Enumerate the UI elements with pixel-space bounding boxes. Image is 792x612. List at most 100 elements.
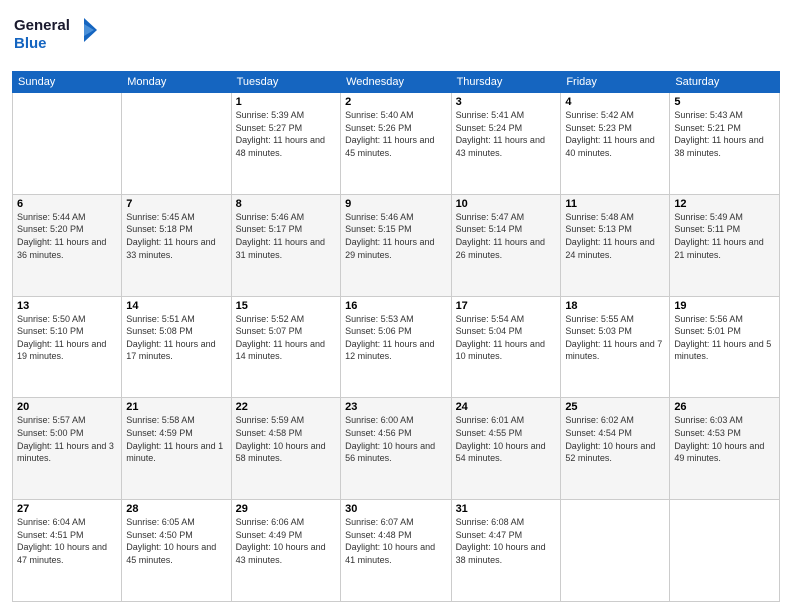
calendar-cell: 21Sunrise: 5:58 AMSunset: 4:59 PMDayligh… <box>122 398 231 500</box>
week-row-5: 27Sunrise: 6:04 AMSunset: 4:51 PMDayligh… <box>13 500 780 602</box>
logo-svg: General Blue <box>12 10 102 58</box>
day-number: 19 <box>674 300 775 312</box>
svg-text:Blue: Blue <box>14 35 47 52</box>
calendar-cell: 13Sunrise: 5:50 AMSunset: 5:10 PMDayligh… <box>13 296 122 398</box>
day-info: Sunrise: 5:55 AMSunset: 5:03 PMDaylight:… <box>565 313 665 363</box>
day-number: 5 <box>674 96 775 108</box>
day-info: Sunrise: 6:00 AMSunset: 4:56 PMDaylight:… <box>345 414 446 464</box>
calendar-cell: 9Sunrise: 5:46 AMSunset: 5:15 PMDaylight… <box>341 194 451 296</box>
day-info: Sunrise: 5:39 AMSunset: 5:27 PMDaylight:… <box>236 109 337 159</box>
day-number: 30 <box>345 503 446 515</box>
calendar-cell: 20Sunrise: 5:57 AMSunset: 5:00 PMDayligh… <box>13 398 122 500</box>
day-info: Sunrise: 5:50 AMSunset: 5:10 PMDaylight:… <box>17 313 117 363</box>
col-header-saturday: Saturday <box>670 72 780 93</box>
day-number: 10 <box>456 198 557 210</box>
calendar-cell <box>13 93 122 195</box>
calendar-cell: 16Sunrise: 5:53 AMSunset: 5:06 PMDayligh… <box>341 296 451 398</box>
day-info: Sunrise: 6:02 AMSunset: 4:54 PMDaylight:… <box>565 414 665 464</box>
svg-text:General: General <box>14 17 70 34</box>
calendar-cell: 5Sunrise: 5:43 AMSunset: 5:21 PMDaylight… <box>670 93 780 195</box>
calendar-table: SundayMondayTuesdayWednesdayThursdayFrid… <box>12 71 780 602</box>
day-number: 9 <box>345 198 446 210</box>
day-number: 23 <box>345 401 446 413</box>
calendar-cell: 29Sunrise: 6:06 AMSunset: 4:49 PMDayligh… <box>231 500 341 602</box>
day-info: Sunrise: 6:05 AMSunset: 4:50 PMDaylight:… <box>126 516 226 566</box>
calendar-cell: 6Sunrise: 5:44 AMSunset: 5:20 PMDaylight… <box>13 194 122 296</box>
day-number: 18 <box>565 300 665 312</box>
page-container: General Blue SundayMondayTuesdayWednesda… <box>0 0 792 612</box>
col-header-monday: Monday <box>122 72 231 93</box>
day-number: 27 <box>17 503 117 515</box>
day-number: 6 <box>17 198 117 210</box>
week-row-3: 13Sunrise: 5:50 AMSunset: 5:10 PMDayligh… <box>13 296 780 398</box>
day-number: 13 <box>17 300 117 312</box>
calendar-cell: 23Sunrise: 6:00 AMSunset: 4:56 PMDayligh… <box>341 398 451 500</box>
day-info: Sunrise: 5:41 AMSunset: 5:24 PMDaylight:… <box>456 109 557 159</box>
day-info: Sunrise: 6:06 AMSunset: 4:49 PMDaylight:… <box>236 516 337 566</box>
day-number: 4 <box>565 96 665 108</box>
calendar-cell: 26Sunrise: 6:03 AMSunset: 4:53 PMDayligh… <box>670 398 780 500</box>
day-number: 21 <box>126 401 226 413</box>
day-info: Sunrise: 5:57 AMSunset: 5:00 PMDaylight:… <box>17 414 117 464</box>
calendar-header-row: SundayMondayTuesdayWednesdayThursdayFrid… <box>13 72 780 93</box>
day-number: 29 <box>236 503 337 515</box>
day-info: Sunrise: 5:59 AMSunset: 4:58 PMDaylight:… <box>236 414 337 464</box>
day-info: Sunrise: 5:44 AMSunset: 5:20 PMDaylight:… <box>17 211 117 261</box>
day-number: 3 <box>456 96 557 108</box>
calendar-cell: 31Sunrise: 6:08 AMSunset: 4:47 PMDayligh… <box>451 500 561 602</box>
week-row-4: 20Sunrise: 5:57 AMSunset: 5:00 PMDayligh… <box>13 398 780 500</box>
calendar-cell: 2Sunrise: 5:40 AMSunset: 5:26 PMDaylight… <box>341 93 451 195</box>
calendar-cell: 30Sunrise: 6:07 AMSunset: 4:48 PMDayligh… <box>341 500 451 602</box>
day-number: 25 <box>565 401 665 413</box>
day-number: 1 <box>236 96 337 108</box>
calendar-cell: 12Sunrise: 5:49 AMSunset: 5:11 PMDayligh… <box>670 194 780 296</box>
calendar-cell: 10Sunrise: 5:47 AMSunset: 5:14 PMDayligh… <box>451 194 561 296</box>
calendar-cell: 3Sunrise: 5:41 AMSunset: 5:24 PMDaylight… <box>451 93 561 195</box>
col-header-wednesday: Wednesday <box>341 72 451 93</box>
calendar-cell: 8Sunrise: 5:46 AMSunset: 5:17 PMDaylight… <box>231 194 341 296</box>
day-number: 31 <box>456 503 557 515</box>
day-info: Sunrise: 5:45 AMSunset: 5:18 PMDaylight:… <box>126 211 226 261</box>
day-info: Sunrise: 5:47 AMSunset: 5:14 PMDaylight:… <box>456 211 557 261</box>
day-number: 20 <box>17 401 117 413</box>
header: General Blue <box>12 10 780 63</box>
calendar-cell: 1Sunrise: 5:39 AMSunset: 5:27 PMDaylight… <box>231 93 341 195</box>
day-number: 11 <box>565 198 665 210</box>
day-info: Sunrise: 6:07 AMSunset: 4:48 PMDaylight:… <box>345 516 446 566</box>
day-info: Sunrise: 5:40 AMSunset: 5:26 PMDaylight:… <box>345 109 446 159</box>
day-info: Sunrise: 5:42 AMSunset: 5:23 PMDaylight:… <box>565 109 665 159</box>
day-info: Sunrise: 6:01 AMSunset: 4:55 PMDaylight:… <box>456 414 557 464</box>
calendar-cell: 18Sunrise: 5:55 AMSunset: 5:03 PMDayligh… <box>561 296 670 398</box>
calendar-cell <box>561 500 670 602</box>
day-number: 16 <box>345 300 446 312</box>
calendar-cell <box>670 500 780 602</box>
week-row-2: 6Sunrise: 5:44 AMSunset: 5:20 PMDaylight… <box>13 194 780 296</box>
calendar-cell: 14Sunrise: 5:51 AMSunset: 5:08 PMDayligh… <box>122 296 231 398</box>
calendar-cell: 7Sunrise: 5:45 AMSunset: 5:18 PMDaylight… <box>122 194 231 296</box>
day-number: 7 <box>126 198 226 210</box>
day-info: Sunrise: 5:53 AMSunset: 5:06 PMDaylight:… <box>345 313 446 363</box>
week-row-1: 1Sunrise: 5:39 AMSunset: 5:27 PMDaylight… <box>13 93 780 195</box>
day-number: 28 <box>126 503 226 515</box>
calendar-cell: 19Sunrise: 5:56 AMSunset: 5:01 PMDayligh… <box>670 296 780 398</box>
col-header-tuesday: Tuesday <box>231 72 341 93</box>
logo: General Blue <box>12 10 102 63</box>
day-info: Sunrise: 5:46 AMSunset: 5:15 PMDaylight:… <box>345 211 446 261</box>
calendar-cell: 4Sunrise: 5:42 AMSunset: 5:23 PMDaylight… <box>561 93 670 195</box>
calendar-cell: 28Sunrise: 6:05 AMSunset: 4:50 PMDayligh… <box>122 500 231 602</box>
calendar-cell: 25Sunrise: 6:02 AMSunset: 4:54 PMDayligh… <box>561 398 670 500</box>
day-number: 8 <box>236 198 337 210</box>
col-header-sunday: Sunday <box>13 72 122 93</box>
day-info: Sunrise: 5:51 AMSunset: 5:08 PMDaylight:… <box>126 313 226 363</box>
logo-content: General Blue <box>12 10 102 63</box>
day-info: Sunrise: 6:04 AMSunset: 4:51 PMDaylight:… <box>17 516 117 566</box>
day-info: Sunrise: 5:56 AMSunset: 5:01 PMDaylight:… <box>674 313 775 363</box>
day-number: 2 <box>345 96 446 108</box>
day-info: Sunrise: 5:49 AMSunset: 5:11 PMDaylight:… <box>674 211 775 261</box>
day-number: 14 <box>126 300 226 312</box>
day-number: 26 <box>674 401 775 413</box>
day-info: Sunrise: 5:54 AMSunset: 5:04 PMDaylight:… <box>456 313 557 363</box>
col-header-thursday: Thursday <box>451 72 561 93</box>
day-number: 12 <box>674 198 775 210</box>
calendar-cell: 24Sunrise: 6:01 AMSunset: 4:55 PMDayligh… <box>451 398 561 500</box>
